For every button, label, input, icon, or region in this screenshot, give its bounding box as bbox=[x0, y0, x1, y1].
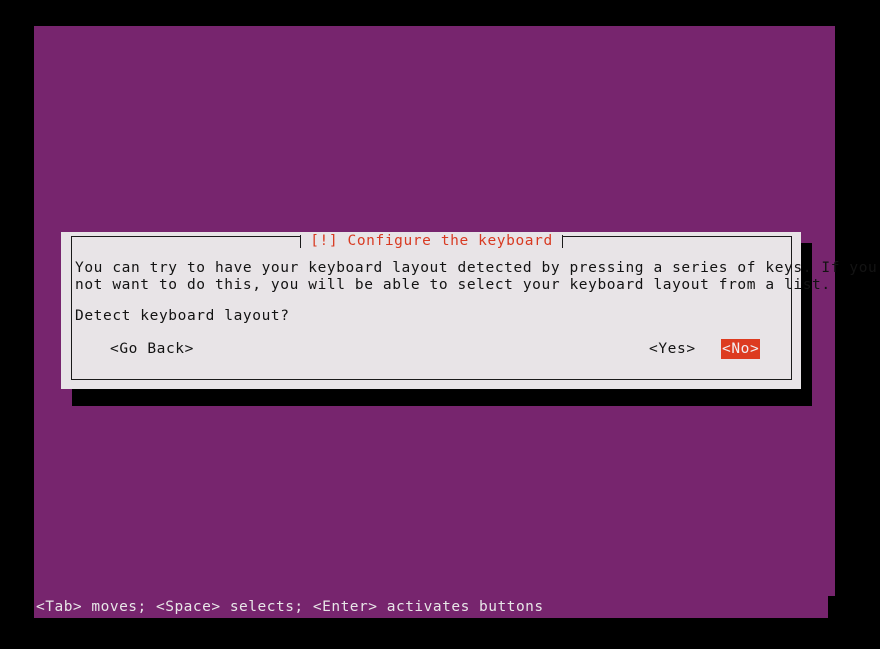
go-back-button[interactable]: <Go Back> bbox=[109, 339, 195, 359]
dialog-title: [!] Configure the keyboard bbox=[301, 232, 562, 251]
yes-button[interactable]: <Yes> bbox=[648, 339, 697, 359]
title-rule-right-tick bbox=[561, 235, 563, 248]
installer-screen: [!] Configure the keyboard You can try t… bbox=[0, 0, 880, 649]
no-button[interactable]: <No> bbox=[721, 339, 761, 359]
keyboard-help-statusbar: <Tab> moves; <Space> selects; <Enter> ac… bbox=[34, 596, 828, 618]
dialog-body: You can try to have your keyboard layout… bbox=[73, 258, 877, 377]
dialog-description-line-1: You can try to have your keyboard layout… bbox=[75, 260, 880, 276]
dialog-description-line-2: not want to do this, you will be able to… bbox=[75, 277, 831, 293]
dialog-titlebar: [!] Configure the keyboard bbox=[71, 232, 792, 251]
dialog-button-row: <Go Back> <Yes> <No> bbox=[73, 339, 789, 359]
configure-keyboard-dialog: [!] Configure the keyboard You can try t… bbox=[61, 232, 877, 389]
dialog-question: Detect keyboard layout? bbox=[75, 308, 290, 324]
